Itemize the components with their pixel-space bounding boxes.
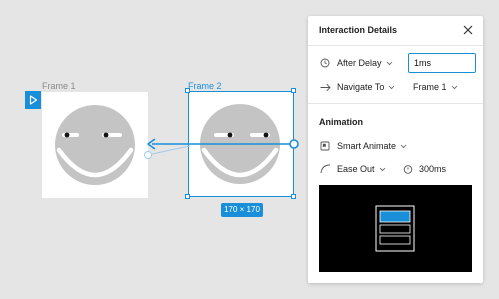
trigger-label: After Delay xyxy=(337,58,382,68)
destination-label: Frame 1 xyxy=(413,82,447,92)
smart-animate-icon xyxy=(319,140,331,152)
preview-frame-graphic xyxy=(375,205,415,252)
trigger-dropdown[interactable]: After Delay xyxy=(337,58,393,68)
animation-type-label: Smart Animate xyxy=(337,141,397,151)
timer-icon xyxy=(402,163,414,175)
close-icon xyxy=(463,25,473,35)
arrow-right-icon xyxy=(319,81,331,93)
section-divider xyxy=(308,103,483,104)
chevron-down-icon xyxy=(389,85,395,89)
chevron-down-icon xyxy=(379,167,385,171)
easing-label: Ease Out xyxy=(337,164,375,174)
chevron-down-icon xyxy=(400,144,407,148)
duration-input[interactable]: 300ms xyxy=(419,164,446,174)
clock-icon xyxy=(319,57,331,69)
action-label: Navigate To xyxy=(337,82,385,92)
ease-curve-icon xyxy=(319,163,331,175)
easing-dropdown[interactable]: Ease Out xyxy=(337,164,386,174)
delay-input[interactable] xyxy=(408,53,476,73)
chevron-down-icon xyxy=(451,85,457,89)
close-button[interactable] xyxy=(461,23,475,37)
animation-type-dropdown[interactable]: Smart Animate xyxy=(337,141,407,151)
action-dropdown[interactable]: Navigate To xyxy=(337,82,395,92)
animation-section-title: Animation xyxy=(319,117,363,127)
interaction-details-panel: Interaction Details After Delay Navigate… xyxy=(308,16,483,283)
header-divider xyxy=(308,45,483,46)
animation-preview xyxy=(319,185,472,272)
chevron-down-icon xyxy=(386,61,392,65)
panel-title: Interaction Details xyxy=(319,25,398,35)
destination-dropdown[interactable]: Frame 1 xyxy=(413,82,458,92)
panel-header: Interaction Details xyxy=(308,16,483,45)
